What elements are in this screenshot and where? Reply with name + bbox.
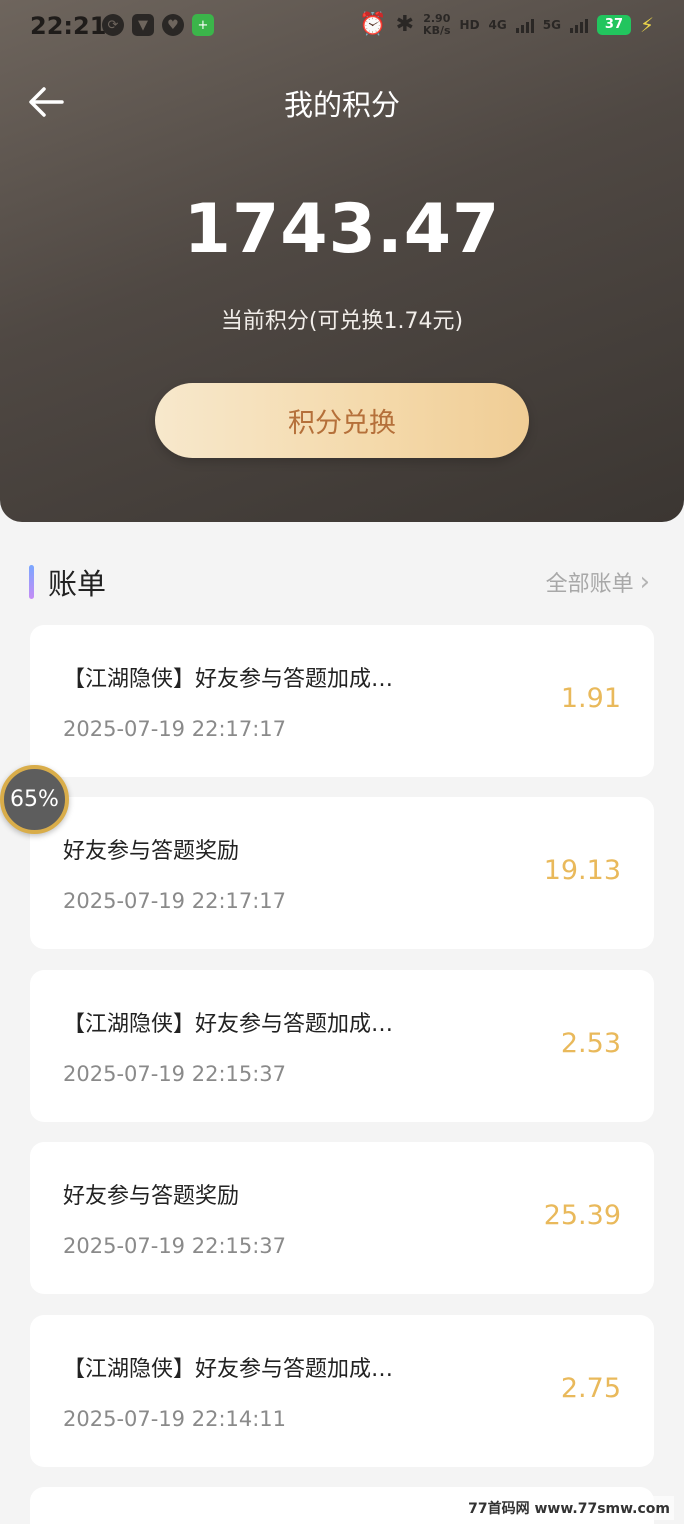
bill-amount: 25.39 [543,1200,621,1231]
chevron-right-icon: › [639,567,650,597]
bill-time: 2025-07-19 22:15:37 [63,1234,287,1258]
hd-icon: HD [459,17,480,32]
bill-item[interactable]: 好友参与答题奖励 2025-07-19 22:15:37 25.39 [30,1142,654,1294]
exchange-button[interactable]: 积分兑换 [155,383,529,458]
bill-amount: 19.13 [543,855,621,886]
app-notification-icon: + [192,14,214,36]
bill-item[interactable]: 好友参与答题奖励 2025-07-19 22:17:17 19.13 [30,797,654,949]
progress-float-badge[interactable]: 65% [0,765,69,834]
bill-time: 2025-07-19 22:14:11 [63,1407,287,1431]
status-time: 22:21 [30,12,107,40]
bill-time: 2025-07-19 22:17:17 [63,889,287,913]
bill-time: 2025-07-19 22:17:17 [63,717,287,741]
bill-item[interactable]: 【江湖隐侠】好友参与答题加成… 2025-07-19 22:17:17 1.91 [30,625,654,777]
signal-5g-label: 5G [542,17,561,32]
bill-title: 好友参与答题奖励 [63,839,240,864]
all-bills-link[interactable]: 全部账单 › [546,566,650,598]
status-bar: 22:21 ⟳ ▼ ♥ + ⏰ ✱ 2.90 KB/s HD 4G 5G 37 … [0,0,684,54]
bill-amount: 2.75 [560,1373,621,1404]
status-notification-icons: ⟳ ▼ ♥ + [102,14,214,36]
bill-time: 2025-07-19 22:15:37 [63,1062,287,1086]
bill-title: 好友参与答题奖励 [63,1184,240,1209]
signal-5g-icon [569,17,588,33]
section-accent-bar [29,565,34,599]
bill-title: 【江湖隐侠】好友参与答题加成… [63,1357,394,1382]
bill-amount: 1.91 [560,683,621,714]
page-title: 我的积分 [283,88,400,122]
bill-item[interactable]: 【江湖隐侠】好友参与答题加成… 2025-07-19 22:15:37 2.53 [30,970,654,1122]
sync-icon: ⟳ [102,14,124,36]
status-right-icons: ⏰ ✱ 2.90 KB/s HD 4G 5G 37 ⚡ [359,12,654,37]
shield-app-icon: ▼ [132,14,154,36]
points-value: 1743.47 [183,190,501,269]
bluetooth-icon: ✱ [395,12,415,37]
net-speed: 2.90 KB/s [423,11,451,37]
section-title: 账单 [48,567,107,601]
charging-icon: ⚡ [639,12,654,37]
progress-label: 65% [10,787,59,812]
signal-4g-icon [515,17,534,33]
heart-shield-icon: ♥ [162,14,184,36]
points-subtitle: 当前积分(可兑换1.74元) [220,309,464,334]
alarm-icon: ⏰ [359,12,387,37]
all-bills-label: 全部账单 [545,572,634,597]
bill-item[interactable]: 【江湖隐侠】好友参与答题加成… 2025-07-19 22:14:11 2.75 [30,1315,654,1467]
bill-title: 【江湖隐侠】好友参与答题加成… [63,1012,394,1037]
bill-amount: 2.53 [560,1028,621,1059]
battery-icon: 37 [596,14,631,35]
watermark: 77首码网 www.77smw.com [464,1496,674,1520]
bill-title: 【江湖隐侠】好友参与答题加成… [63,667,394,692]
signal-4g-label: 4G [488,17,507,32]
